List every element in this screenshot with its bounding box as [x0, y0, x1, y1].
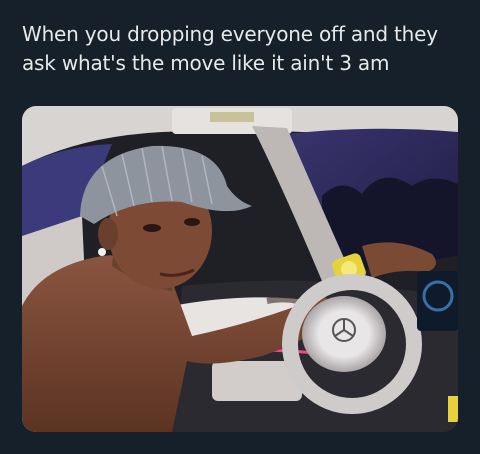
caption-line-1: When you dropping everyone off and they — [22, 22, 438, 46]
meme-photo[interactable] — [22, 106, 458, 432]
caption-line-2: ask what's the move like it ain't 3 am — [22, 51, 390, 75]
post-caption: When you dropping everyone off and they … — [22, 20, 462, 78]
